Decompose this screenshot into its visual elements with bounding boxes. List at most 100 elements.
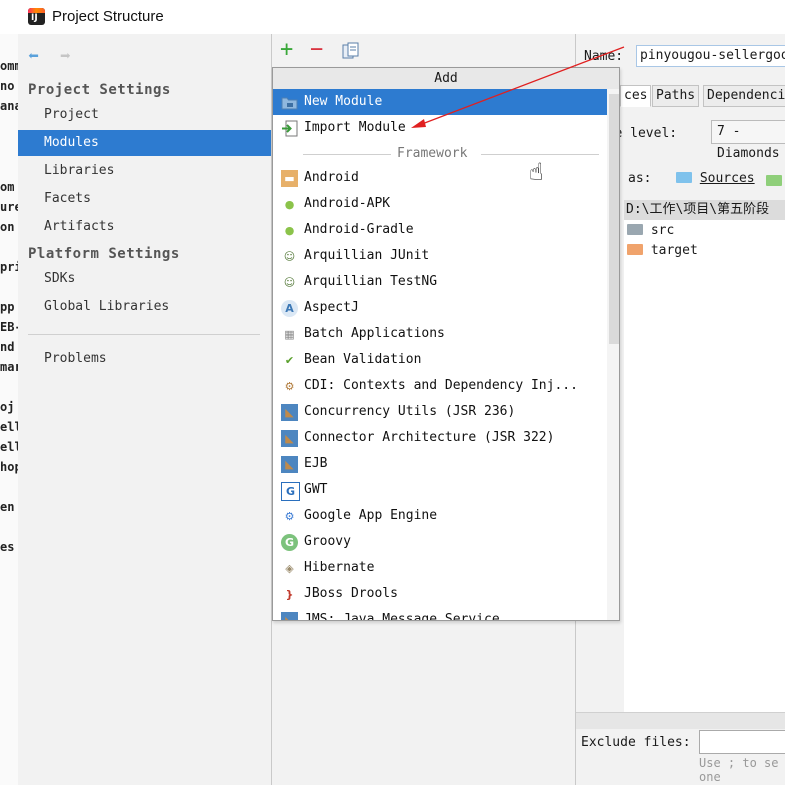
add-module-popup: Add New Module Import Module Framework ▬… <box>272 67 620 621</box>
arquillian-icon: ☺ <box>281 248 298 265</box>
platform-settings-header: Platform Settings <box>28 246 180 262</box>
folder-icon <box>627 244 643 255</box>
android-icon: ● <box>281 196 298 213</box>
nav-item-modules[interactable]: Modules <box>18 130 271 156</box>
nav-item-label: SDKs <box>44 271 76 286</box>
nav-item-label: Problems <box>44 351 107 366</box>
background-code-line: mar <box>0 360 18 374</box>
popup-item-label: CDI: Contexts and Dependency Inj... <box>304 378 578 393</box>
name-label: Name: <box>584 49 624 64</box>
popup-item-label: Hibernate <box>304 560 375 575</box>
nav-item-global-libraries[interactable]: Global Libraries <box>18 294 271 320</box>
mark-as-label: as: <box>628 171 652 186</box>
background-code-line: nd <box>0 340 15 354</box>
folder-android-icon: ▬ <box>281 170 298 187</box>
popup-item-label: Bean Validation <box>304 352 422 367</box>
popup-item-label: Android <box>304 170 359 185</box>
folder-icon <box>676 172 692 183</box>
add-button[interactable]: + <box>280 38 293 62</box>
popup-item-framework[interactable]: ● Android-APK <box>273 191 607 217</box>
javaee-icon: ◣ <box>281 404 298 421</box>
folder-icon[interactable] <box>766 175 782 186</box>
cdi-icon: ⚙ <box>281 378 298 395</box>
popup-item-label: EJB <box>304 456 328 471</box>
popup-item-label: Arquillian TestNG <box>304 274 438 289</box>
bean-validation-icon: ✔ <box>281 352 298 369</box>
android-icon: ● <box>281 222 298 239</box>
project-settings-header: Project Settings <box>28 82 171 98</box>
batch-icon: ▦ <box>281 326 298 343</box>
exclude-files-field[interactable] <box>699 730 785 754</box>
horizontal-scrollbar[interactable] <box>576 712 785 729</box>
popup-item-framework[interactable]: ◣ EJB <box>273 451 607 477</box>
nav-item-label: Facets <box>44 191 91 206</box>
mark-sources-button[interactable]: Sources <box>676 171 755 186</box>
tab-dependencies[interactable]: Dependencies <box>703 85 785 107</box>
popup-item-label: AspectJ <box>304 300 359 315</box>
popup-title: Add <box>273 68 619 90</box>
language-level-select[interactable]: 7 - Diamonds <box>711 120 785 161</box>
popup-item-framework[interactable]: ◣ Connector Architecture (JSR 322) <box>273 425 607 451</box>
popup-item-framework[interactable]: ◣ Concurrency Utils (JSR 236) <box>273 399 607 425</box>
tab-sources[interactable]: ces <box>620 85 652 107</box>
tree-item-label: src <box>650 223 675 238</box>
arquillian-icon: ☺ <box>281 274 298 291</box>
popup-item-framework[interactable]: } JBoss Drools <box>273 581 607 607</box>
nav-item-project[interactable]: Project <box>18 102 271 128</box>
tree-item-src[interactable]: src <box>627 221 674 241</box>
nav-item-label: Modules <box>44 135 99 150</box>
copy-icon[interactable] <box>342 42 360 66</box>
nav-divider <box>28 334 260 335</box>
popup-item-framework[interactable]: ▬ Android <box>273 165 607 191</box>
popup-item-framework[interactable]: ◈ Hibernate <box>273 555 607 581</box>
background-code-line: ell <box>0 420 18 434</box>
popup-item-label: JMS: Java Message Service <box>304 612 500 621</box>
nav-item-problems[interactable]: Problems <box>18 346 271 372</box>
popup-item-label: New Module <box>304 94 383 109</box>
popup-item-framework[interactable]: G GWT <box>273 477 607 503</box>
arrow-left-icon[interactable]: ⬅ <box>28 46 39 67</box>
background-editor: ntommnoanaomureonprippEB-ndmarojellellho… <box>0 34 18 785</box>
nav-item-sdks[interactable]: SDKs <box>18 266 271 292</box>
hand-cursor-icon: ☝ <box>529 158 544 186</box>
nav-item-artifacts[interactable]: Artifacts <box>18 214 271 240</box>
title-bar: IJ Project Structure <box>0 0 785 34</box>
tree-item-target[interactable]: target <box>627 241 698 261</box>
tab-paths[interactable]: Paths <box>652 85 700 107</box>
popup-scrollbar-thumb[interactable] <box>609 94 619 344</box>
popup-item-label: Connector Architecture (JSR 322) <box>304 430 555 445</box>
popup-item-framework[interactable]: ▦ Batch Applications <box>273 321 607 347</box>
popup-item-import-module[interactable]: Import Module <box>273 115 607 141</box>
popup-item-framework[interactable]: ☺ Arquillian TestNG <box>273 269 607 295</box>
popup-item-new-module[interactable]: New Module <box>273 89 607 115</box>
popup-item-framework[interactable]: ☺ Arquillian JUnit <box>273 243 607 269</box>
popup-item-framework[interactable]: ◣ JMS: Java Message Service <box>273 607 607 621</box>
module-toolbar: + − <box>272 34 574 66</box>
popup-item-framework[interactable]: ⚙ Google App Engine <box>273 503 607 529</box>
framework-label: Framework <box>397 146 468 161</box>
window-title: Project Structure <box>52 8 164 25</box>
intellij-logo-icon: IJ <box>28 8 45 25</box>
nav-item-facets[interactable]: Facets <box>18 186 271 212</box>
nav-item-label: Global Libraries <box>44 299 170 314</box>
popup-item-framework[interactable]: ✔ Bean Validation <box>273 347 607 373</box>
popup-item-framework[interactable]: ⚙ CDI: Contexts and Dependency Inj... <box>273 373 607 399</box>
tree-item-label: target <box>650 243 698 258</box>
popup-item-label: Arquillian JUnit <box>304 248 430 263</box>
sources-label: Sources <box>699 171 755 186</box>
background-code-line: omm <box>0 59 18 73</box>
popup-item-framework[interactable]: ● Android-Gradle <box>273 217 607 243</box>
nav-item-libraries[interactable]: Libraries <box>18 158 271 184</box>
background-code-line: om <box>0 180 15 194</box>
content-root-path[interactable]: D:\工作\项目\第五阶段 <box>624 200 785 220</box>
background-code-line: on <box>0 220 15 234</box>
popup-item-framework[interactable]: G Groovy <box>273 529 607 555</box>
popup-item-label: Android-Gradle <box>304 222 414 237</box>
exclude-files-hint: Use ; to se one <box>699 756 779 784</box>
remove-button[interactable]: − <box>310 38 323 62</box>
arrow-right-icon[interactable]: ➡ <box>60 46 71 67</box>
framework-separator: Framework <box>273 144 607 164</box>
popup-item-framework[interactable]: A AspectJ <box>273 295 607 321</box>
module-name-field[interactable]: pinyougou-sellergoods <box>636 45 785 67</box>
aspectj-icon: A <box>281 300 298 317</box>
